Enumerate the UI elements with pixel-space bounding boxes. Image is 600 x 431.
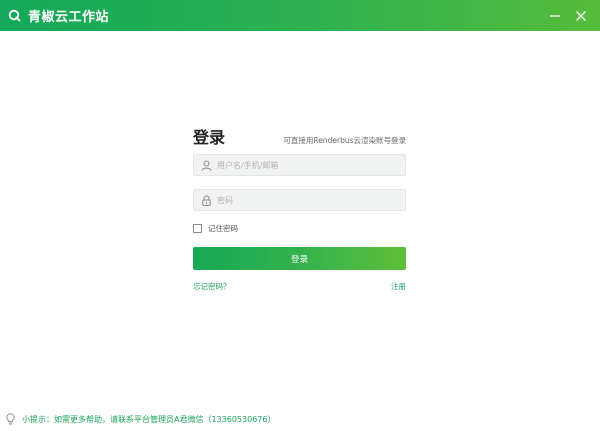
login-panel: 登录 可直接用Renderbus云渲染账号登录 记住密码 登录 忘记密码？ 注册 [193, 124, 406, 291]
window-title: 青椒云工作站 [28, 10, 110, 25]
title-bar: 青椒云工作站 [0, 0, 600, 31]
lock-icon [200, 194, 212, 206]
username-input[interactable] [217, 160, 397, 170]
username-field[interactable] [193, 154, 406, 176]
login-header: 登录 可直接用Renderbus云渲染账号登录 [193, 124, 406, 148]
remember-checkbox[interactable] [193, 224, 202, 233]
close-icon[interactable] [570, 5, 592, 27]
footer-tip-text: 小提示：如需更多帮助，请联系平台管理员A君微信（13360530676） [22, 414, 276, 424]
lightbulb-icon [5, 413, 15, 425]
forgot-password-link[interactable]: 忘记密码？ [193, 281, 231, 292]
window-controls [540, 0, 592, 31]
footer-tip: 小提示：如需更多帮助，请联系平台管理员A君微信（13360530676） [5, 413, 275, 425]
register-link[interactable]: 注册 [391, 281, 406, 292]
login-hint: 可直接用Renderbus云渲染账号登录 [283, 136, 406, 145]
password-field[interactable] [193, 189, 406, 211]
q-logo-icon [7, 9, 21, 23]
user-icon [200, 159, 212, 171]
login-title: 登录 [193, 128, 226, 147]
password-input[interactable] [217, 195, 397, 205]
remember-password: 记住密码 [193, 223, 238, 234]
login-button[interactable]: 登录 [193, 247, 406, 270]
login-links: 忘记密码？ 注册 [193, 281, 406, 292]
remember-label: 记住密码 [208, 224, 238, 233]
minimize-icon[interactable] [544, 5, 566, 27]
